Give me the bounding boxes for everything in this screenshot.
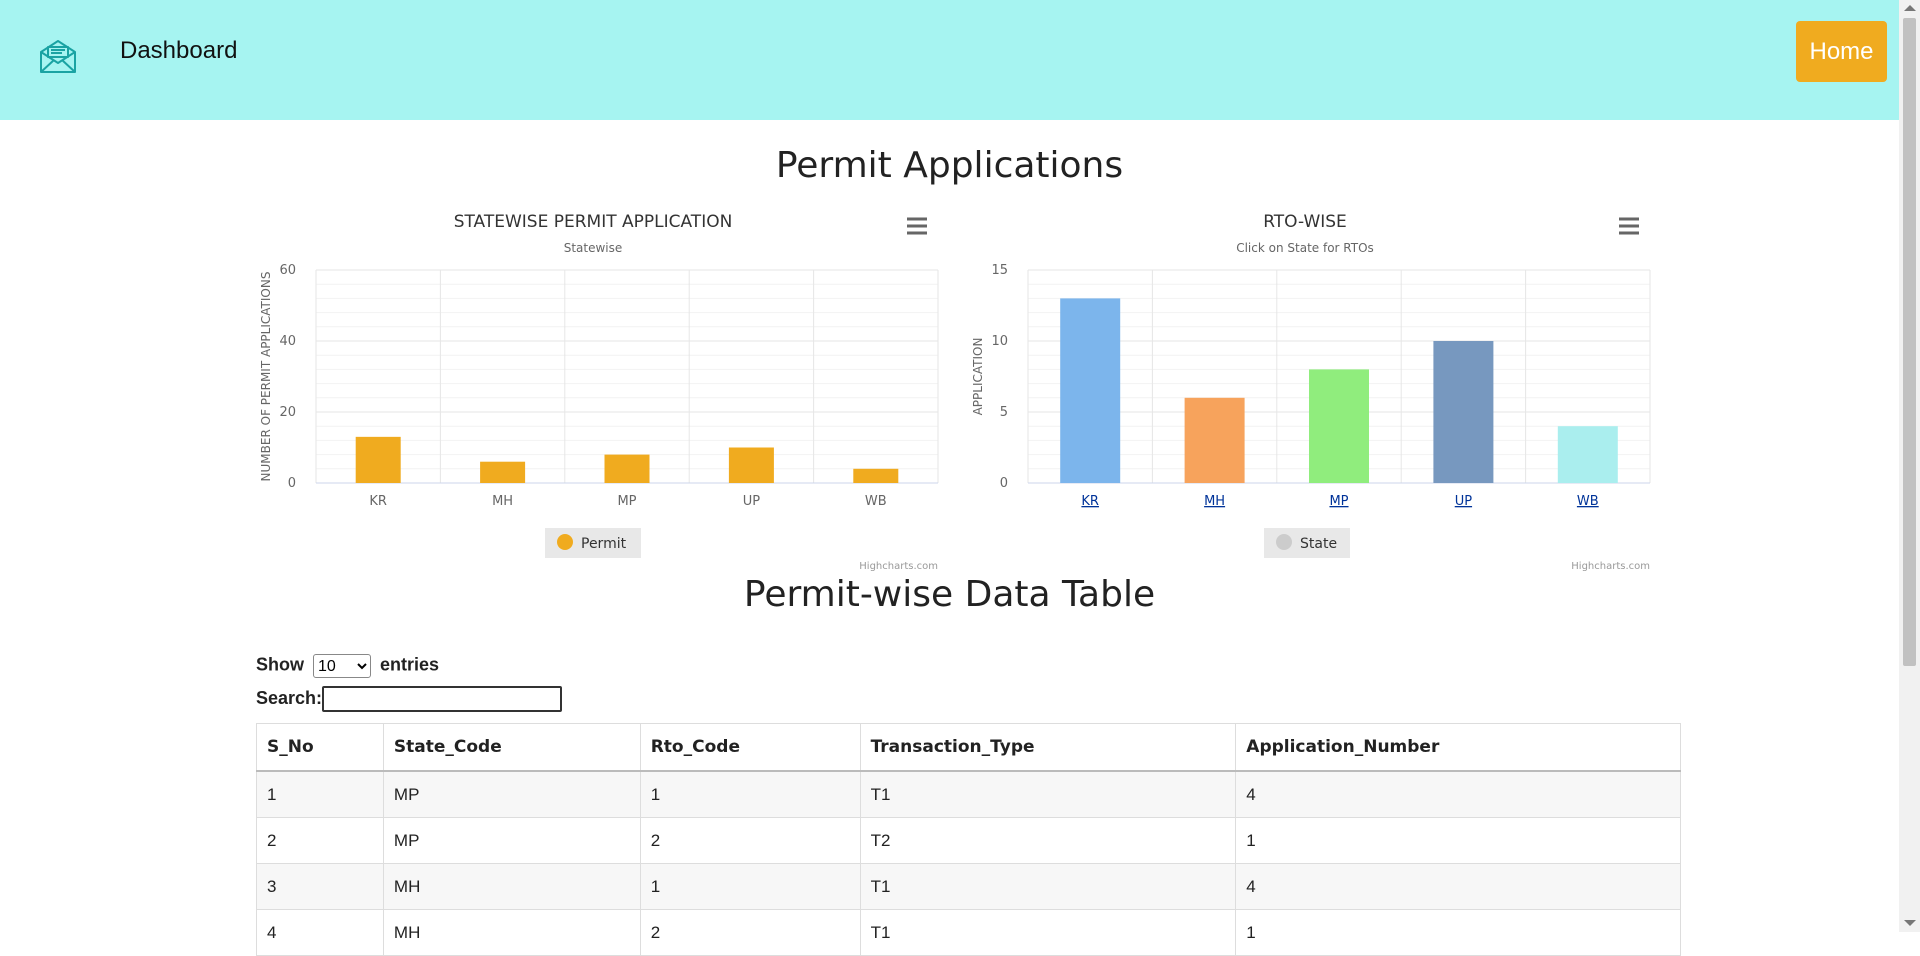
dashboard-title[interactable]: Dashboard xyxy=(120,37,237,65)
statewise-chart: STATEWISE PERMIT APPLICATION Statewise 0 20… xyxy=(250,200,980,580)
x-tick-label[interactable]: WB xyxy=(1577,494,1599,509)
bar-mh xyxy=(480,461,526,483)
cell-s-no: 1 xyxy=(256,770,384,818)
show-label: Show xyxy=(256,654,304,675)
cell-application-number: 1 xyxy=(1235,909,1681,956)
cell-s-no: 4 xyxy=(256,909,384,956)
y-tick-label: 0 xyxy=(1000,476,1008,491)
credits-link: Highcharts.com xyxy=(1571,561,1650,572)
envelope-open-icon xyxy=(40,40,76,73)
x-tick-label[interactable]: MP xyxy=(1329,494,1348,509)
bar-mp xyxy=(604,454,650,483)
search-input[interactable] xyxy=(322,686,563,712)
cell-transaction-type: T1 xyxy=(859,770,1237,818)
entries-label: entries xyxy=(380,654,440,675)
cell-transaction-type: T2 xyxy=(859,817,1237,864)
chart-title: RTO-WISE xyxy=(1263,212,1347,232)
chart-title: STATEWISE PERMIT APPLICATION xyxy=(454,212,733,232)
cell-transaction-type: T1 xyxy=(859,863,1237,910)
x-tick-label: MP xyxy=(617,494,636,509)
cell-state-code: MP xyxy=(382,770,641,818)
data-table: S_No State_Code Rto_Code Transaction_Typ… xyxy=(256,723,1681,956)
cell-state-code: MP xyxy=(382,817,641,864)
chart-subtitle: Click on State for RTOs xyxy=(1236,241,1374,255)
y-tick-label: 40 xyxy=(279,334,296,349)
legend-symbol xyxy=(557,534,573,550)
menu-icon[interactable] xyxy=(907,217,927,235)
column-header-application-number[interactable]: Application_Number xyxy=(1235,723,1681,772)
bar-kr xyxy=(355,436,401,483)
scroll-down-icon[interactable] xyxy=(1904,920,1916,926)
scroll-up-icon[interactable] xyxy=(1904,5,1916,11)
y-tick-label: 0 xyxy=(288,476,296,491)
y-axis-title: NUMBER OF PERMIT APPLICATIONS xyxy=(259,272,273,482)
x-tick-label: WB xyxy=(865,494,887,509)
cell-transaction-type: T1 xyxy=(859,909,1237,956)
table-title: Permit-wise Data Table xyxy=(743,574,1156,615)
cell-s-no: 2 xyxy=(256,817,384,864)
y-axis-title: APPLICATION xyxy=(971,338,985,416)
page-size-select[interactable]: 102550100 xyxy=(313,654,372,678)
table-row: 2 MP 2 T2 1 xyxy=(256,817,1681,864)
cell-state-code: MH xyxy=(382,863,641,910)
x-tick-label[interactable]: KR xyxy=(1081,494,1099,509)
page-title: Permit Applications xyxy=(775,145,1124,186)
y-tick-label: 15 xyxy=(991,263,1008,278)
cell-application-number: 4 xyxy=(1235,770,1681,818)
y-tick-label: 10 xyxy=(991,334,1008,349)
cell-rto-code: 1 xyxy=(639,770,861,818)
x-tick-label[interactable]: UP xyxy=(1455,494,1473,509)
statewise-chart-svg: STATEWISE PERMIT APPLICATION Statewise 0 20… xyxy=(259,212,939,572)
scrollbar-thumb[interactable] xyxy=(1903,18,1916,666)
y-tick-label: 5 xyxy=(1000,405,1008,420)
column-header-state-code[interactable]: State_Code xyxy=(382,723,641,772)
bar-kr xyxy=(1060,298,1121,483)
top-navbar: Dashboard Home xyxy=(0,0,1899,120)
rto-wise-chart-svg: RTO-WISE Click on State for RTOs 0 5 10 15 APP… xyxy=(971,212,1651,572)
table-row: 3 MH 1 T1 4 xyxy=(256,863,1681,910)
cell-application-number: 4 xyxy=(1235,863,1681,910)
cell-rto-code: 2 xyxy=(639,817,861,864)
bar-up xyxy=(728,447,774,483)
legend-label: Permit xyxy=(581,536,627,552)
bar-mh xyxy=(1184,397,1245,483)
x-tick-label: KR xyxy=(369,494,387,509)
cell-state-code: MH xyxy=(382,909,641,956)
cell-application-number: 1 xyxy=(1235,817,1681,864)
bar-wb xyxy=(1557,426,1618,483)
column-header-transaction-type[interactable]: Transaction_Type xyxy=(859,723,1237,772)
search-control: Search: xyxy=(256,686,563,712)
y-tick-label: 20 xyxy=(279,405,296,420)
x-tick-label: UP xyxy=(743,494,761,509)
home-button[interactable]: Home xyxy=(1796,21,1887,82)
cell-rto-code: 1 xyxy=(639,863,861,910)
length-control: Show 102550100 entries xyxy=(256,654,439,678)
column-header-s-no[interactable]: S_No xyxy=(256,723,384,772)
x-tick-label: MH xyxy=(492,494,513,509)
y-tick-label: 60 xyxy=(279,263,296,278)
table-row: 4 MH 2 T1 1 xyxy=(256,909,1681,956)
table-header-row: S_No State_Code Rto_Code Transaction_Typ… xyxy=(256,723,1681,772)
bar-up xyxy=(1433,341,1494,483)
bar-mp xyxy=(1309,369,1369,483)
legend-symbol xyxy=(1276,534,1292,550)
legend-label: State xyxy=(1300,536,1337,552)
chart-subtitle: Statewise xyxy=(564,241,623,255)
search-label: Search: xyxy=(256,687,323,708)
cell-rto-code: 2 xyxy=(639,909,861,956)
rto-wise-chart: RTO-WISE Click on State for RTOs 0 5 10 15 APP… xyxy=(962,200,1692,580)
table-row: 1 MP 1 T1 4 xyxy=(256,770,1681,818)
credits-link: Highcharts.com xyxy=(859,561,938,572)
column-header-rto-code[interactable]: Rto_Code xyxy=(639,723,861,772)
x-tick-label[interactable]: MH xyxy=(1204,494,1225,509)
cell-s-no: 3 xyxy=(256,863,384,910)
bar-wb xyxy=(853,468,899,483)
menu-icon[interactable] xyxy=(1619,217,1639,235)
